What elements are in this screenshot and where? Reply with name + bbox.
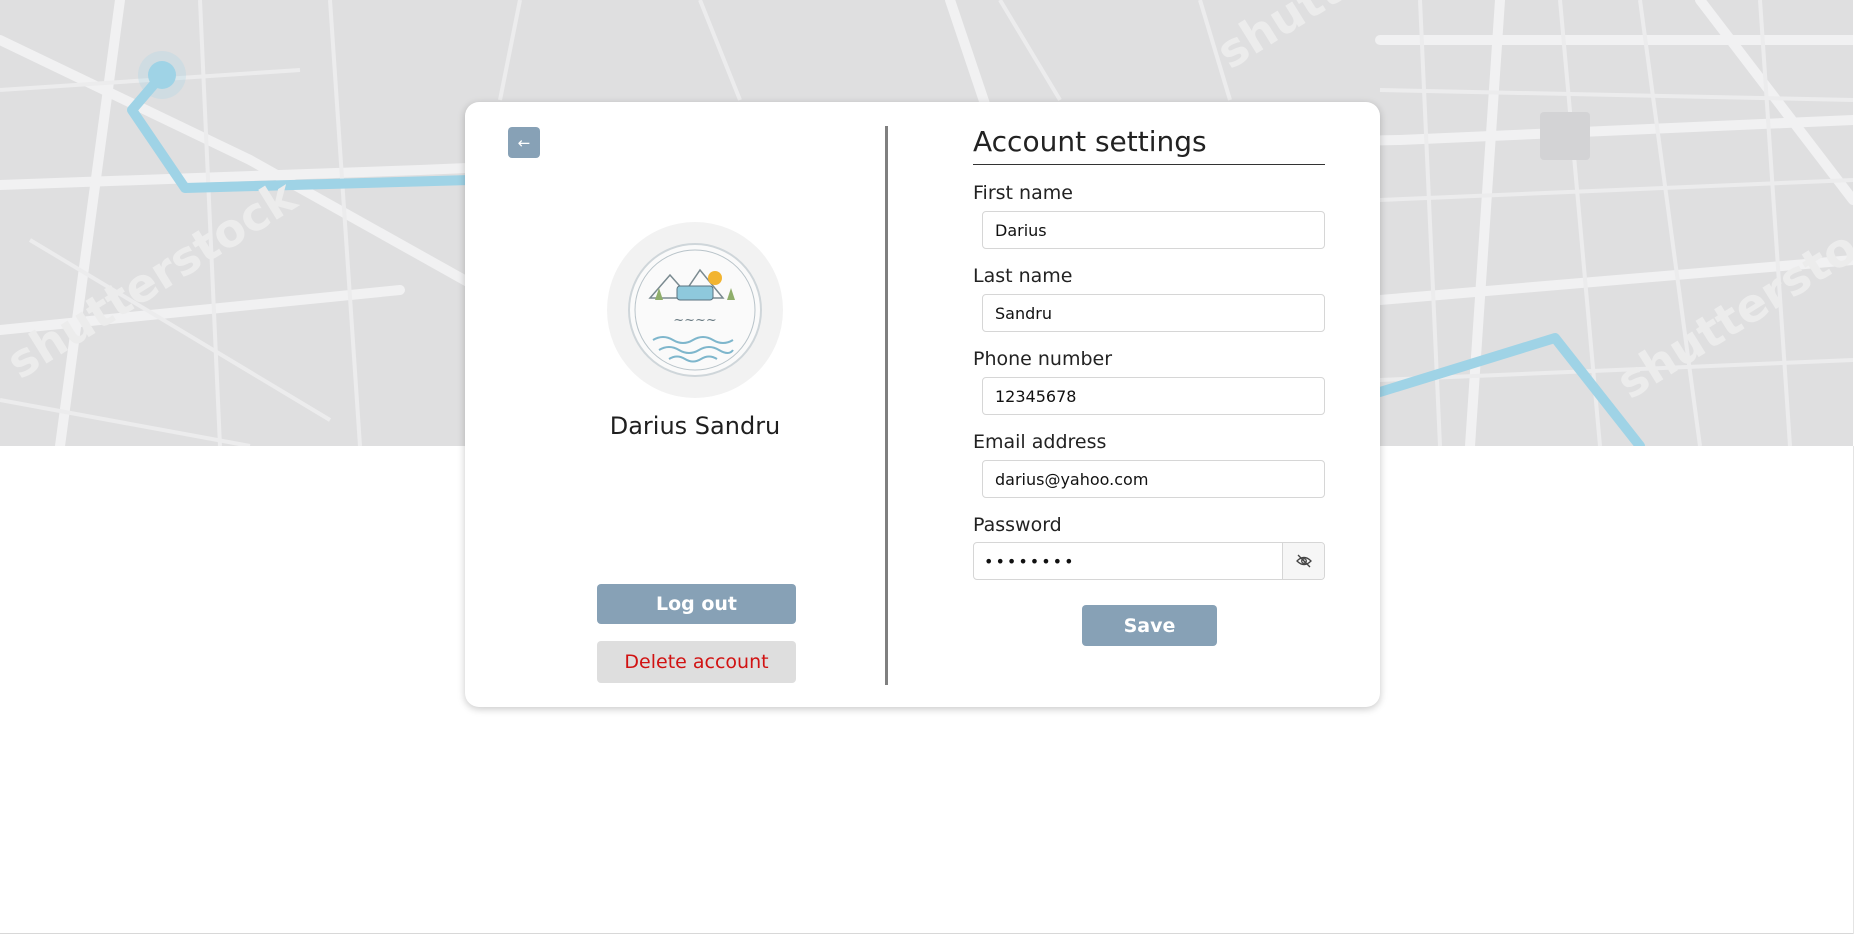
page-bottom-border xyxy=(0,933,1853,934)
phone-label: Phone number xyxy=(973,348,1113,370)
eye-slash-icon xyxy=(1295,554,1312,568)
page-title: Account settings xyxy=(973,122,1325,165)
page-right-border xyxy=(1853,446,1854,934)
arrow-left-icon: ← xyxy=(517,133,531,152)
password-group xyxy=(973,542,1325,580)
back-button[interactable]: ← xyxy=(508,127,540,158)
email-label: Email address xyxy=(973,431,1107,453)
phone-field[interactable] xyxy=(982,377,1325,415)
first-name-field[interactable] xyxy=(982,211,1325,249)
first-name-label: First name xyxy=(973,182,1073,204)
svg-text:~~~~: ~~~~ xyxy=(673,313,717,328)
password-field[interactable] xyxy=(974,543,1282,579)
camping-logo-icon: ~~~~ xyxy=(628,243,762,377)
last-name-field[interactable] xyxy=(982,294,1325,332)
vertical-divider xyxy=(885,126,888,685)
account-card: ← ~~~~ Darius Sandru Log out Delete acco… xyxy=(465,102,1380,707)
last-name-label: Last name xyxy=(973,265,1073,287)
email-field[interactable] xyxy=(982,460,1325,498)
save-button[interactable]: Save xyxy=(1082,605,1217,646)
avatar: ~~~~ xyxy=(607,222,783,398)
delete-account-button[interactable]: Delete account xyxy=(597,641,796,683)
logout-button[interactable]: Log out xyxy=(597,584,796,624)
profile-name: Darius Sandru xyxy=(609,412,781,440)
password-label: Password xyxy=(973,514,1062,536)
toggle-password-visibility[interactable] xyxy=(1282,543,1324,579)
